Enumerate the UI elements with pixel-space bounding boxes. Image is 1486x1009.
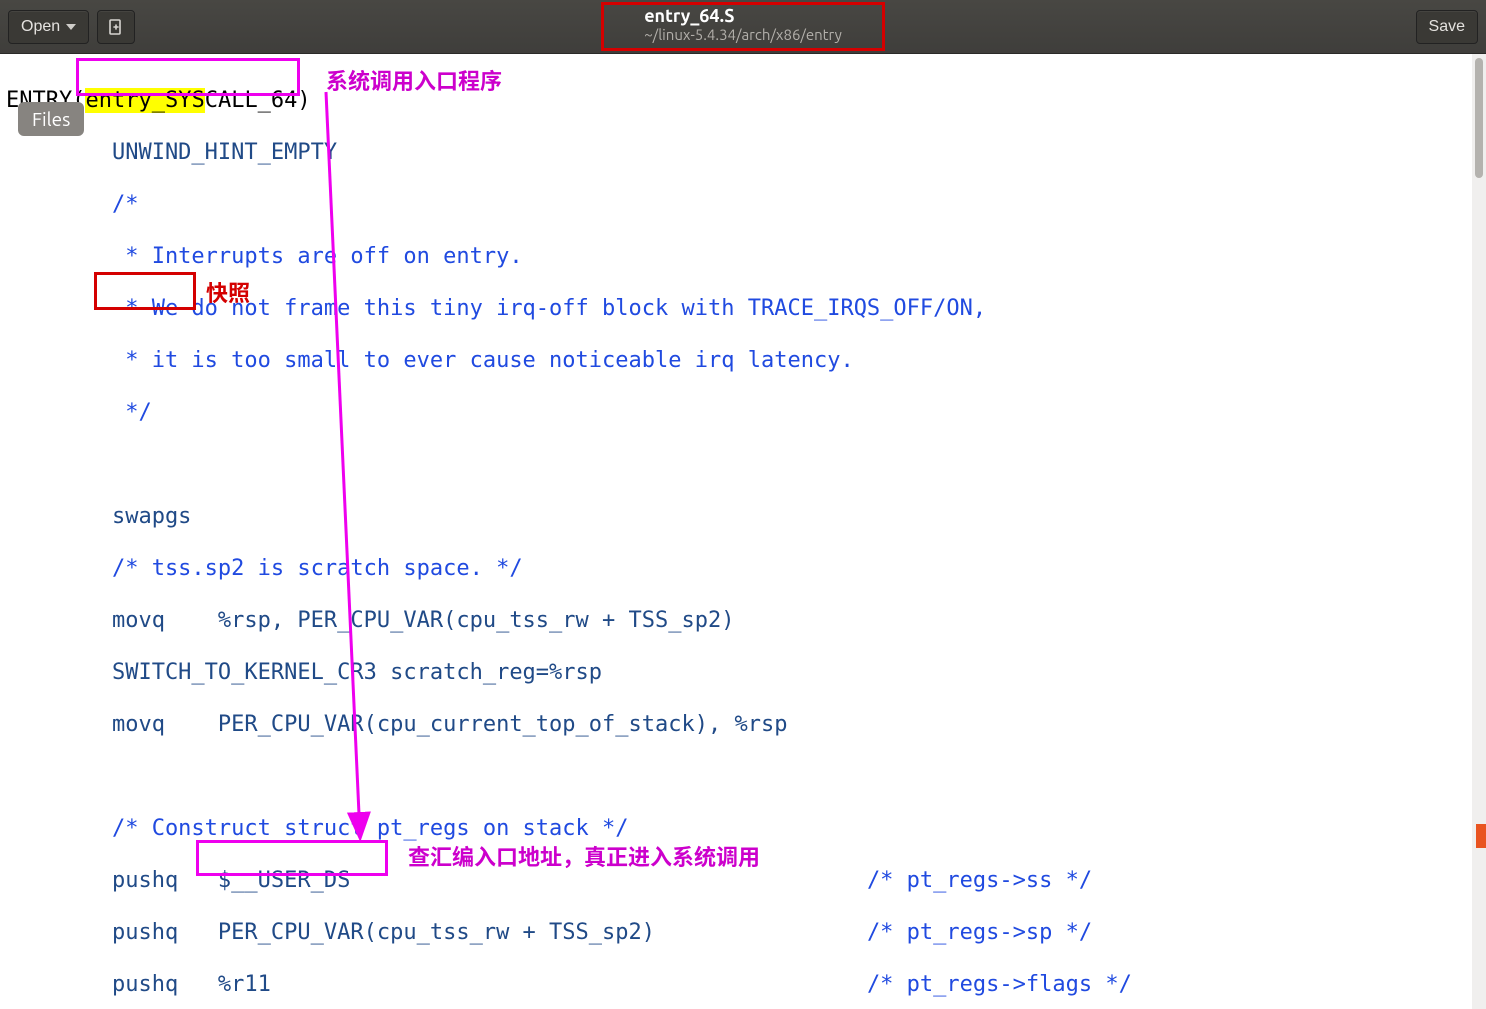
- code-comment: /* tss.sp2 is scratch space. */: [6, 556, 1480, 582]
- code-comment: */: [6, 400, 1480, 426]
- code-text: swapgs: [6, 504, 1480, 530]
- code-comment: /* Construct struct pt_regs on stack */: [6, 816, 1480, 842]
- files-button[interactable]: Files: [18, 102, 84, 136]
- code-text: SWITCH_TO_KERNEL_CR3 scratch_reg=%rsp: [6, 660, 1480, 686]
- open-button[interactable]: Open: [8, 10, 89, 44]
- new-document-icon: [107, 18, 125, 36]
- annotation-label-entry: 系统调用入口程序: [326, 64, 502, 96]
- code-comment: * it is too small to ever cause noticeab…: [6, 348, 1480, 374]
- title-box-annotation: entry_64.S ~/linux-5.4.34/arch/x86/entry: [601, 2, 885, 50]
- code-text: movq %rsp, PER_CPU_VAR(cpu_tss_rw + TSS_…: [6, 608, 1480, 634]
- vertical-scrollbar[interactable]: [1472, 54, 1486, 1009]
- save-button-label: Save: [1429, 18, 1465, 36]
- save-button[interactable]: Save: [1416, 10, 1478, 44]
- highlight-entry-sys: entry_SYS: [85, 88, 204, 113]
- annotation-label-swapgs: 快照: [206, 276, 250, 308]
- code-text: pushq $__USER_DS: [6, 868, 350, 893]
- title-bar: Open entry_64.S ~/linux-5.4.34/arch/x86/…: [0, 0, 1486, 54]
- chevron-down-icon: [66, 24, 76, 30]
- new-tab-button[interactable]: [97, 10, 135, 44]
- code-text: pushq PER_CPU_VAR(cpu_tss_rw + TSS_sp2): [6, 920, 655, 945]
- code-comment: /*: [6, 192, 1480, 218]
- code-comment: /* pt_regs->flags */: [867, 972, 1132, 997]
- document-path: ~/linux-5.4.34/arch/x86/entry: [644, 27, 842, 44]
- code-blank: [6, 764, 1480, 790]
- annotation-label-do-syscall: 查汇编入口地址，真正进入系统调用: [408, 840, 760, 872]
- code-text: UNWIND_HINT_EMPTY: [6, 140, 1480, 166]
- document-title: entry_64.S: [644, 7, 842, 27]
- code-blank: [6, 452, 1480, 478]
- code-text: CALL_64): [205, 88, 311, 113]
- code-comment: * Interrupts are off on entry.: [6, 244, 1480, 270]
- code-comment: /* pt_regs->ss */: [867, 868, 1092, 893]
- code-text: pushq %r11: [6, 972, 271, 997]
- code-comment: /* pt_regs->sp */: [867, 920, 1092, 945]
- code-text: movq PER_CPU_VAR(cpu_current_top_of_stac…: [6, 712, 1480, 738]
- launcher-fragment: [1476, 824, 1486, 848]
- open-button-label: Open: [21, 18, 60, 36]
- scroll-thumb[interactable]: [1475, 58, 1483, 178]
- files-button-label: Files: [32, 108, 70, 130]
